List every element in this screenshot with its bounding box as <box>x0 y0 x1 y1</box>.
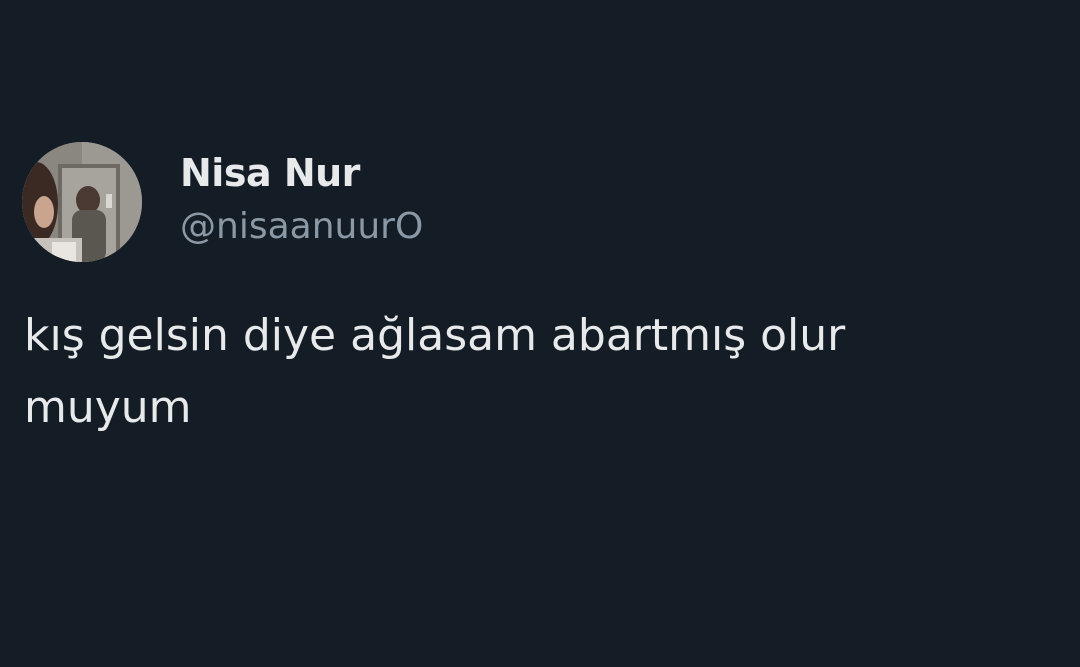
avatar[interactable] <box>22 142 142 262</box>
profile-photo-icon <box>22 142 142 262</box>
author-display-name[interactable]: Nisa Nur <box>180 150 360 196</box>
author-handle[interactable]: @nisaanuurO <box>180 205 423 249</box>
tweet-text: kış gelsin diye ağlasam abartmış olur mu… <box>24 310 846 433</box>
tweet-card: Nisa Nur @nisaanuurO kış gelsin diye ağl… <box>0 0 1080 667</box>
